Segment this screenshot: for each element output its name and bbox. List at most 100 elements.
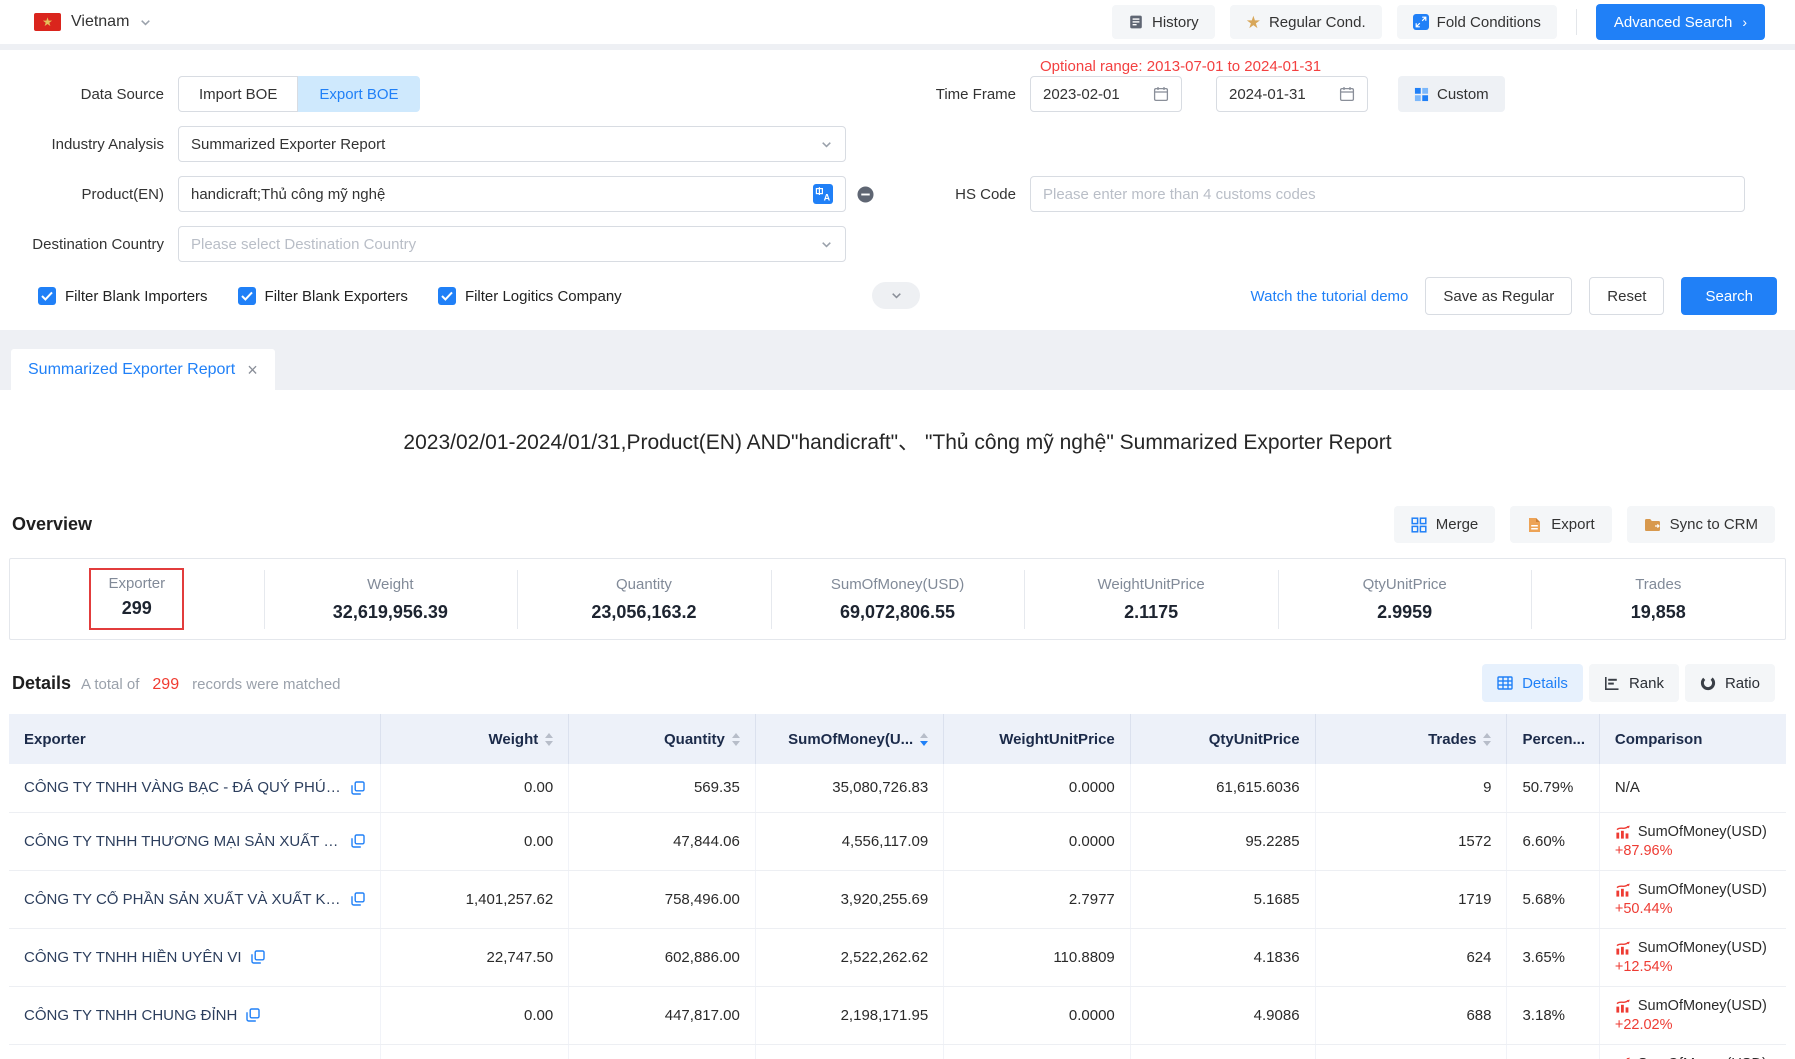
overview-actions: Merge Export Sync to CRM <box>1394 506 1775 543</box>
industry-analysis-label: Industry Analysis <box>0 136 178 153</box>
col-qty-unit-price: QtyUnitPrice <box>1130 714 1315 764</box>
chevron-right-icon: › <box>1742 14 1747 30</box>
details-heading: Details <box>12 673 71 694</box>
sync-to-crm-button[interactable]: Sync to CRM <box>1627 506 1775 543</box>
rank-chart-icon <box>1604 676 1620 691</box>
industry-analysis-select[interactable]: Summarized Exporter Report <box>178 126 846 162</box>
exporter-name-link[interactable]: CÔNG TY TNHH THƯƠNG MẠI SẢN XUẤT EAG... <box>24 833 342 850</box>
product-en-input[interactable]: handicraft;Thủ công mỹ nghệ A <box>178 176 846 212</box>
exporter-name-link[interactable]: CÔNG TY TNHH HIỀN UYÊN VI <box>24 949 242 966</box>
exporter-name-link[interactable]: CÔNG TY TNHH VÀNG BẠC - ĐÁ QUÝ PHÚ QUÝ <box>24 779 342 796</box>
time-frame-label: Time Frame <box>862 86 1030 103</box>
time-frame-group: Time Frame 2023-02-01 2024-01-31 Custom <box>862 76 1745 112</box>
col-comparison: Comparison <box>1599 714 1786 764</box>
view-rank-button[interactable]: Rank <box>1589 664 1679 702</box>
details-summary: Details A total of 299 records were matc… <box>12 673 341 694</box>
comparison-cell: SumOfMoney(USD) +50.44% <box>1599 870 1786 928</box>
search-button[interactable]: Search <box>1681 277 1777 315</box>
report-title: 2023/02/01-2024/01/31,Product(EN) AND"ha… <box>9 390 1786 456</box>
history-icon <box>1128 14 1144 30</box>
vietnam-flag-icon: ★ <box>34 13 61 31</box>
history-button[interactable]: History <box>1112 5 1215 39</box>
hs-code-group: HS Code Please enter more than 4 customs… <box>862 176 1745 212</box>
stat-quantity: Quantity 23,056,163.2 <box>517 576 771 623</box>
fold-icon <box>1413 14 1429 30</box>
comparison-cell: SumOfMoney(USD) +12.54% <box>1599 928 1786 986</box>
copy-icon[interactable] <box>246 1008 260 1022</box>
stat-weight: Weight 32,619,956.39 <box>264 576 518 623</box>
hs-code-input[interactable]: Please enter more than 4 customs codes <box>1030 176 1745 212</box>
table-row: CÔNG TY TNHH CHUNG ĐỈNH 0.00 447,817.00 … <box>9 986 1786 1044</box>
overview-stats-panel: Exporter 299 Weight 32,619,956.39 Quanti… <box>9 558 1786 640</box>
date-from-field[interactable]: 2023-02-01 <box>1030 76 1182 112</box>
expand-conditions-button[interactable] <box>872 282 920 309</box>
destination-country-select[interactable]: Please select Destination Country <box>178 226 846 262</box>
country-selector[interactable]: ★ Vietnam <box>34 13 152 31</box>
filter-blank-exporters-checkbox[interactable]: Filter Blank Exporters <box>238 287 408 305</box>
regular-cond-button[interactable]: ★ Regular Cond. <box>1230 5 1382 39</box>
stat-exporter: Exporter 299 <box>10 568 264 630</box>
overview-header: Overview Merge Export Sync to CRM <box>9 506 1786 543</box>
sort-icon <box>545 733 553 746</box>
destination-country-label: Destination Country <box>0 236 178 253</box>
data-source-label: Data Source <box>0 86 178 103</box>
stat-trades: Trades 19,858 <box>1531 576 1785 623</box>
col-trades-sort[interactable]: Trades <box>1315 714 1507 764</box>
view-ratio-button[interactable]: Ratio <box>1685 664 1775 702</box>
country-name: Vietnam <box>71 13 129 31</box>
custom-range-button[interactable]: Custom <box>1398 76 1505 112</box>
table-row: CÔNG TY CỔ PHẦN SẢN XUẤT VÀ XUẤT KHẨU ..… <box>9 870 1786 928</box>
copy-icon[interactable] <box>351 781 365 795</box>
comparison-cell: SumOfMoney(USD) +87.96% <box>1599 812 1786 870</box>
exporter-name-link[interactable]: CÔNG TY CỔ PHẦN SẢN XUẤT VÀ XUẤT KHẨU ..… <box>24 891 342 908</box>
tab-bar: Summarized Exporter Report × <box>0 330 1795 390</box>
reset-button[interactable]: Reset <box>1589 277 1664 315</box>
table-row: CÔNG TY TNHH VÀNG BẠC - ĐÁ QUÝ PHÚ QUÝ 0… <box>9 764 1786 812</box>
form-row-industry: Industry Analysis Summarized Exporter Re… <box>0 126 1795 162</box>
col-exporter: Exporter <box>9 714 380 764</box>
merge-button[interactable]: Merge <box>1394 506 1496 543</box>
close-icon[interactable]: × <box>247 361 258 379</box>
save-as-regular-button[interactable]: Save as Regular <box>1425 277 1572 315</box>
fold-conditions-button[interactable]: Fold Conditions <box>1397 5 1557 39</box>
comparison-cell: SumOfMoney(USD) +5.62% <box>1599 1044 1786 1059</box>
export-button[interactable]: Export <box>1510 506 1611 543</box>
exporter-name-link[interactable]: CÔNG TY TNHH CHUNG ĐỈNH <box>24 1007 237 1024</box>
col-weight-unit-price: WeightUnitPrice <box>944 714 1131 764</box>
details-table: Exporter Weight Quantity SumOfMoney(U...… <box>9 714 1786 1059</box>
translate-icon[interactable]: A <box>813 184 833 204</box>
stat-weight-unit-price: WeightUnitPrice 2.1175 <box>1024 576 1278 623</box>
copy-icon[interactable] <box>251 950 265 964</box>
tab-summarized-exporter-report[interactable]: Summarized Exporter Report × <box>11 349 275 390</box>
checkbox-checked-icon <box>238 287 256 305</box>
copy-icon[interactable] <box>351 892 365 906</box>
details-table-icon <box>1497 676 1513 690</box>
tutorial-demo-link[interactable]: Watch the tutorial demo <box>1251 288 1409 305</box>
calendar-icon <box>1339 86 1355 102</box>
form-row-filters: Filter Blank Importers Filter Blank Expo… <box>0 276 1795 316</box>
date-to-field[interactable]: 2024-01-31 <box>1216 76 1368 112</box>
chevron-down-icon <box>820 138 833 151</box>
star-icon: ★ <box>1246 14 1261 31</box>
product-field-group: handicraft;Thủ công mỹ nghệ A <box>178 176 875 212</box>
col-sum-of-money-sort[interactable]: SumOfMoney(U... <box>755 714 943 764</box>
advanced-search-button[interactable]: Advanced Search › <box>1596 4 1765 40</box>
svg-text:A: A <box>824 193 831 203</box>
trend-chart-icon <box>1615 883 1631 897</box>
custom-grid-icon <box>1414 87 1429 102</box>
filter-logitics-company-checkbox[interactable]: Filter Logitics Company <box>438 287 622 305</box>
copy-icon[interactable] <box>351 834 365 848</box>
filter-blank-importers-checkbox[interactable]: Filter Blank Importers <box>38 287 208 305</box>
product-en-label: Product(EN) <box>0 186 178 203</box>
hs-code-label: HS Code <box>862 186 1030 203</box>
import-boe-button[interactable]: Import BOE <box>178 76 298 112</box>
view-details-button[interactable]: Details <box>1482 664 1583 702</box>
comparison-cell: SumOfMoney(USD) +22.02% <box>1599 986 1786 1044</box>
comparison-cell: N/A <box>1599 764 1786 812</box>
export-boe-button[interactable]: Export BOE <box>298 76 419 112</box>
optional-range-hint: Optional range: 2013-07-01 to 2024-01-31 <box>1040 58 1321 75</box>
col-weight-sort[interactable]: Weight <box>380 714 568 764</box>
view-toggles: Details Rank Ratio <box>1482 664 1775 702</box>
calendar-icon <box>1153 86 1169 102</box>
col-quantity-sort[interactable]: Quantity <box>569 714 756 764</box>
